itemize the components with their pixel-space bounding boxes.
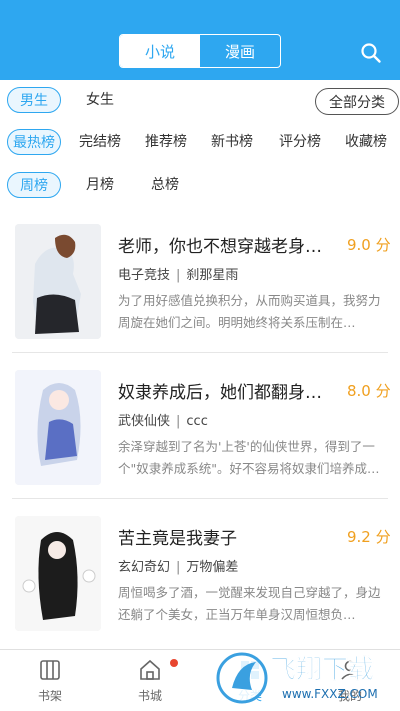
rank-finished[interactable]: 完结榜 xyxy=(79,129,121,155)
rank-recommend[interactable]: 推荐榜 xyxy=(145,129,187,155)
tab-comic[interactable]: 漫画 xyxy=(200,35,280,67)
book-score: 9.2 分 xyxy=(347,528,391,546)
tab-label: 书架 xyxy=(37,689,62,703)
book-author: 万物偏差 xyxy=(186,560,239,575)
book-category: 武侠仙侠 xyxy=(118,414,171,429)
rank-rating[interactable]: 评分榜 xyxy=(279,129,321,155)
book-description: 余泽穿越到了名为'上苍'的仙侠世界，得到了一个"奴隶养成系统"。好不容易将奴隶们… xyxy=(118,439,380,476)
filter-female[interactable]: 女生 xyxy=(86,87,114,113)
book-title[interactable]: 奴隶养成后，她们都翻身… xyxy=(118,378,328,403)
divider xyxy=(12,498,388,499)
watermark-logo: 飞翔下载 www.FXXZ.COM xyxy=(216,652,378,704)
tab-novel[interactable]: 小说 xyxy=(120,35,200,67)
rank-hot[interactable]: 最热榜 xyxy=(7,129,61,155)
tab-bookshelf[interactable]: 书架 xyxy=(20,654,80,704)
book-description: 为了用好感值兑换积分，从而购买道具，我努力周旋在她们之间。明明她终将关系压制在… xyxy=(118,293,381,330)
book-title[interactable]: 苦主竟是我妻子 xyxy=(118,524,328,549)
watermark-url: www.FXXZ.COM xyxy=(282,687,378,701)
all-categories-button[interactable]: 全部分类 xyxy=(315,88,399,115)
book-cover[interactable] xyxy=(15,224,101,339)
book-title[interactable]: 老师，你也不想穿越老身… xyxy=(118,232,328,257)
book-author: 刹那星雨 xyxy=(186,268,239,283)
header: 小说 漫画 xyxy=(0,0,400,80)
filter-male[interactable]: 男生 xyxy=(7,87,61,113)
book-category: 电子竞技 xyxy=(118,268,171,283)
home-icon xyxy=(140,659,160,680)
watermark-brand: 飞翔下载 xyxy=(270,655,374,685)
content-type-toggle: 小说 漫画 xyxy=(119,34,281,68)
search-icon[interactable] xyxy=(360,42,382,64)
rank-new[interactable]: 新书榜 xyxy=(211,129,253,155)
book-author: ccc xyxy=(186,414,208,429)
bookshelf-icon xyxy=(40,660,60,680)
book-cover[interactable] xyxy=(15,516,101,631)
period-month[interactable]: 月榜 xyxy=(86,172,114,198)
book-score: 9.0 分 xyxy=(347,236,391,254)
book-category: 玄幻奇幻 xyxy=(118,560,171,575)
divider xyxy=(12,352,388,353)
book-score: 8.0 分 xyxy=(347,382,391,400)
book-meta: 电子竞技 | 刹那星雨 xyxy=(118,268,239,283)
book-cover[interactable] xyxy=(15,370,101,485)
book-meta: 玄幻奇幻 | 万物偏差 xyxy=(118,560,239,575)
rank-favorite[interactable]: 收藏榜 xyxy=(345,129,387,155)
book-meta: 武侠仙侠 | ccc xyxy=(118,414,208,429)
notification-dot xyxy=(170,659,178,667)
tab-label: 书城 xyxy=(137,689,162,703)
period-week[interactable]: 周榜 xyxy=(7,172,61,198)
book-description: 周恒喝多了酒，一觉醒来发现自己穿越了，身边还躺了个美女，正当万年单身汉周恒想负… xyxy=(118,585,381,622)
book-list: 老师，你也不想穿越老身… 9.0 分 电子竞技 | 刹那星雨 为了用好感值兑换积分，… xyxy=(0,202,400,649)
period-total[interactable]: 总榜 xyxy=(151,172,179,198)
